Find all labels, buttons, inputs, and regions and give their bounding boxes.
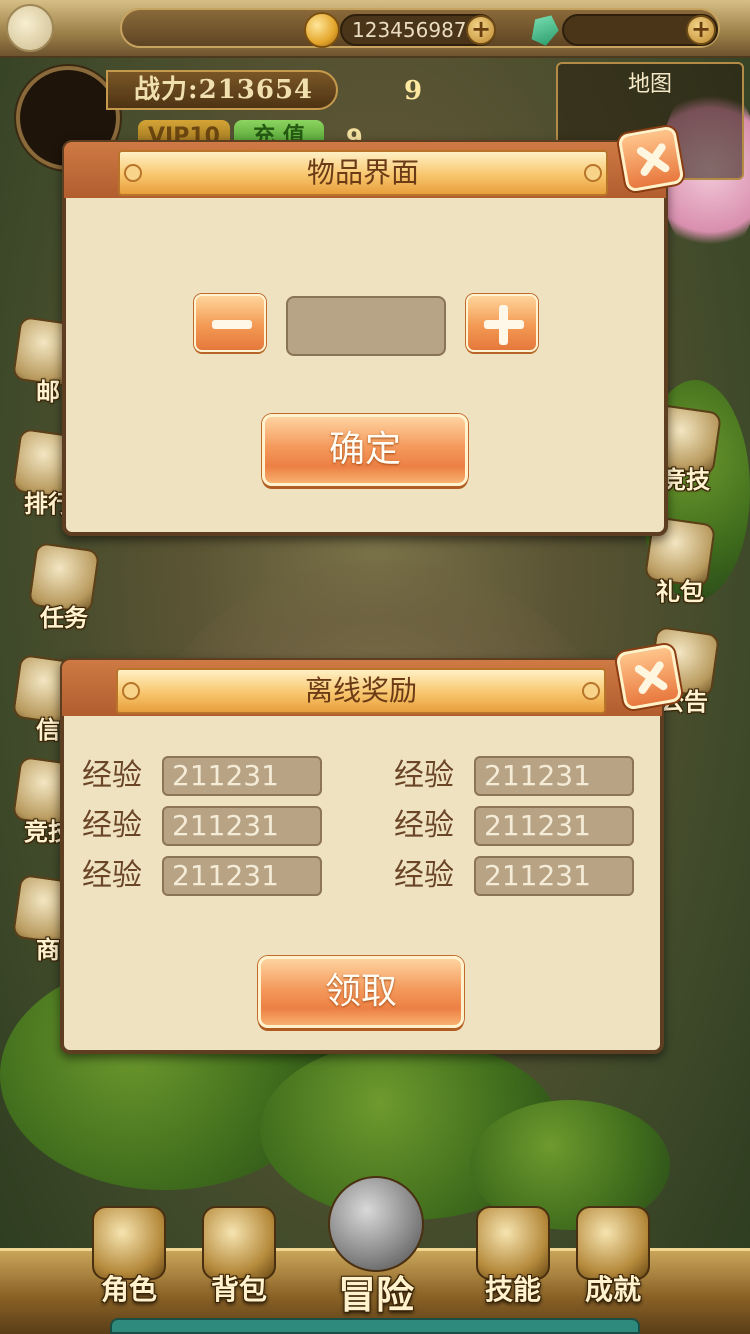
bottom-progress-strip bbox=[110, 1318, 640, 1334]
reward-value: 211231 bbox=[162, 856, 322, 896]
add-gem-button[interactable]: + bbox=[686, 15, 716, 45]
item-dialog: 物品界面 确定 bbox=[62, 140, 668, 536]
side-menu-label: 礼包 bbox=[656, 577, 704, 606]
player-level: 9 bbox=[404, 76, 423, 106]
reward-label: 经验 bbox=[82, 808, 142, 843]
reward-label: 经验 bbox=[394, 808, 454, 843]
reward-label: 经验 bbox=[82, 858, 142, 893]
nav-bag[interactable]: 背包 bbox=[184, 1196, 294, 1316]
offline-reward-dialog: 离线奖励 经验 211231 经验 211231 经验 211231 经验 21… bbox=[60, 658, 664, 1054]
claim-button[interactable]: 领取 bbox=[258, 956, 464, 1028]
title-ribbon: 离线奖励 bbox=[116, 668, 606, 714]
reward-value: 211231 bbox=[474, 806, 634, 846]
nav-label: 技能 bbox=[484, 1273, 541, 1306]
gold-coin-icon bbox=[304, 12, 340, 48]
title-ribbon: 物品界面 bbox=[118, 150, 608, 196]
nav-label: 角色 bbox=[100, 1273, 157, 1306]
dialog-title: 物品界面 bbox=[306, 156, 419, 189]
dialog-title: 离线奖励 bbox=[304, 674, 417, 707]
reward-value: 211231 bbox=[162, 806, 322, 846]
reward-value: 211231 bbox=[474, 856, 634, 896]
reward-value: 211231 bbox=[474, 756, 634, 796]
side-menu-quest[interactable]: 任务 bbox=[24, 541, 104, 632]
nav-skill[interactable]: 技能 bbox=[458, 1196, 568, 1316]
minus-icon bbox=[212, 320, 252, 329]
close-offline-dialog-button[interactable] bbox=[615, 643, 683, 711]
decrease-quantity-button[interactable] bbox=[194, 294, 266, 352]
nav-achievement[interactable]: 成就 bbox=[558, 1196, 668, 1316]
reward-value: 211231 bbox=[162, 756, 322, 796]
nav-adventure[interactable]: 冒险 bbox=[306, 1166, 446, 1317]
combat-power: 战力:213654 bbox=[106, 70, 338, 110]
add-gold-button[interactable]: + bbox=[466, 15, 496, 45]
nav-label: 背包 bbox=[210, 1273, 267, 1306]
reward-label: 经验 bbox=[394, 758, 454, 793]
side-menu-label: 任务 bbox=[40, 603, 88, 632]
reward-label: 经验 bbox=[394, 858, 454, 893]
close-item-dialog-button[interactable] bbox=[617, 125, 685, 193]
reward-label: 经验 bbox=[82, 758, 142, 793]
moon-icon bbox=[6, 4, 54, 52]
crossed-swords-icon bbox=[328, 1176, 424, 1272]
increase-quantity-button[interactable] bbox=[466, 294, 538, 352]
confirm-button[interactable]: 确定 bbox=[262, 414, 468, 486]
plus-icon-vertical bbox=[499, 305, 508, 345]
nav-label: 成就 bbox=[584, 1273, 641, 1306]
nav-label: 冒险 bbox=[337, 1272, 414, 1317]
nav-role[interactable]: 角色 bbox=[74, 1196, 184, 1316]
quantity-input[interactable] bbox=[286, 296, 446, 356]
minimap-title: 地图 bbox=[627, 72, 672, 97]
